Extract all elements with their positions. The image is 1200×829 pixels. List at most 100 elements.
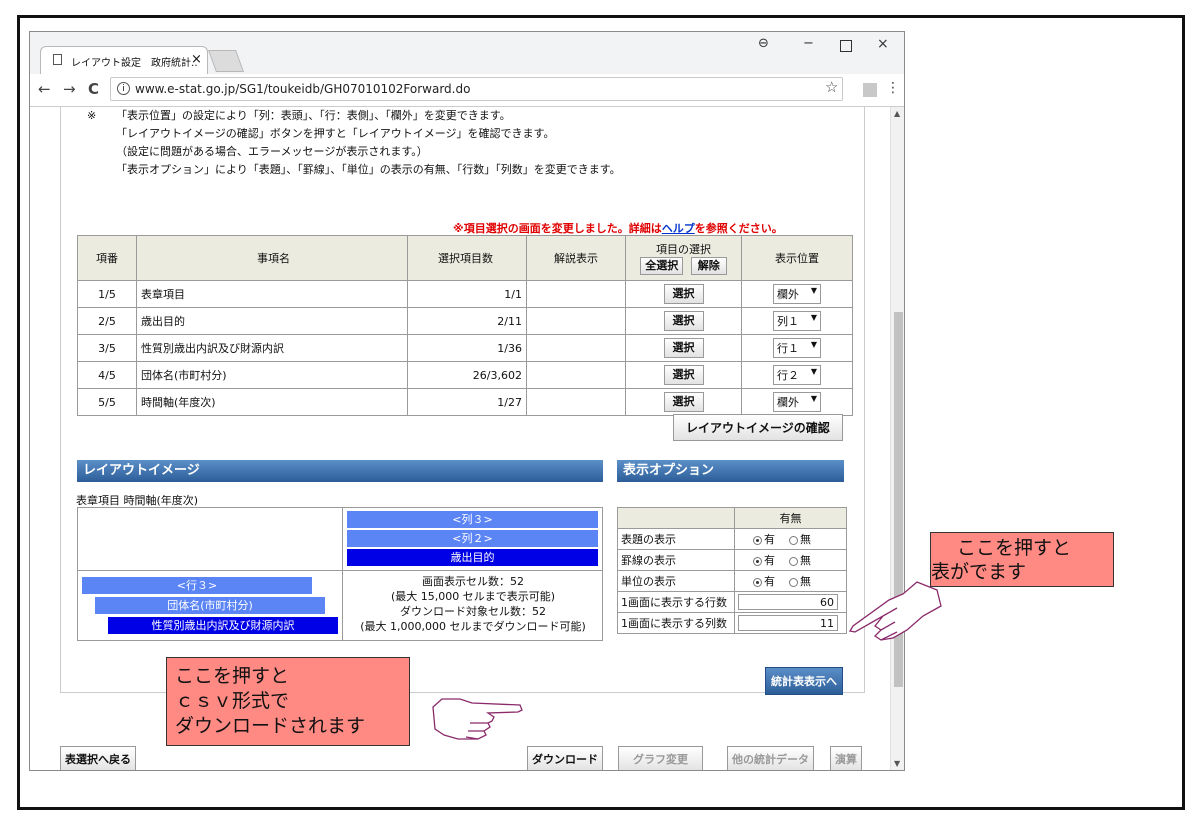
graph-change-button[interactable]: グラフ変更 (618, 746, 703, 770)
row-position-cell: 欄外 ▼ (741, 280, 853, 308)
row-num: 2/5 (77, 307, 137, 335)
notice-prefix: ※項目選択の画面を変更しました。詳細は (453, 222, 662, 235)
tab-close-icon[interactable]: × (191, 52, 202, 67)
callout-line: ここを押すと (175, 665, 290, 687)
row-select-cell: 選択 (625, 280, 742, 308)
select-all-button[interactable]: 全選択 (640, 257, 684, 275)
minimize-icon[interactable]: − (803, 36, 814, 51)
bookmark-star-icon[interactable]: ☆ (825, 78, 838, 96)
callout-line: ｃｓｖ形式で (175, 690, 290, 712)
row2-bar: 団体名(市町村分) (95, 597, 325, 614)
help-link[interactable]: ヘルプ (662, 222, 695, 235)
reload-icon[interactable]: C (88, 80, 99, 98)
options-header-blank (617, 507, 735, 529)
dropdown-arrow-icon: ▼ (810, 286, 817, 295)
header-position: 表示位置 (741, 235, 853, 281)
option-row: 1画面に表示する列数 11 (617, 612, 847, 634)
info-icon[interactable]: i (117, 82, 130, 95)
callout-line: 表がでます (931, 561, 1027, 583)
row-name: 時間軸(年度次) (136, 388, 408, 416)
position-value: 列１ (777, 315, 799, 328)
items-table: 項番 事項名 選択項目数 解説表示 項目の選択 全選択 解除 表示位置 1/5 … (77, 235, 853, 416)
window-close-icon[interactable]: × (877, 36, 889, 52)
calc-button[interactable]: 演算 (830, 746, 862, 770)
select-button[interactable]: 選択 (663, 365, 704, 385)
row3-bar: <行３> (82, 577, 312, 594)
header-select-label: 項目の選択 (656, 243, 711, 256)
new-tab-button[interactable] (207, 50, 245, 72)
info-line: 画面表示セル数：52 (422, 575, 524, 588)
browser-tab[interactable]: レイアウト設定 政府統計‥ × (40, 46, 208, 74)
scroll-up-icon[interactable]: ▲ (894, 109, 900, 118)
extension-icon[interactable] (863, 83, 877, 97)
back-to-table-select-button[interactable]: 表選択へ戻る (60, 746, 136, 770)
note-line: 「表示位置」の設定により「列：表頭」、「行：表側」、「欄外」を変更できます。 (116, 109, 511, 122)
radio-yes[interactable] (753, 577, 762, 587)
option-row: 表題の表示 有無 (617, 528, 847, 550)
dropdown-arrow-icon: ▼ (810, 340, 817, 349)
row-name: 性質別歳出内訳及び財源内訳 (136, 334, 408, 362)
dropdown-arrow-icon: ▼ (810, 313, 817, 322)
select-button[interactable]: 選択 (663, 284, 704, 304)
radio-no[interactable] (789, 577, 798, 587)
radio-no-label: 無 (800, 554, 811, 567)
position-select[interactable]: 欄外 ▼ (773, 392, 821, 412)
option-label: 単位の表示 (617, 570, 735, 592)
radio-yes[interactable] (753, 556, 762, 566)
position-select[interactable]: 行２ ▼ (773, 365, 821, 385)
row-name: 団体名(市町村分) (136, 361, 408, 389)
scrollbar[interactable]: ▲ ▼ (890, 107, 904, 770)
row-num: 1/5 (77, 280, 137, 308)
radio-no[interactable] (789, 556, 798, 566)
url-text: www.e-stat.go.jp/SG1/toukeidb/GH07010102… (135, 82, 471, 96)
options-section-title: 表示オプション (617, 460, 844, 482)
back-icon[interactable]: ← (38, 80, 51, 98)
clear-button[interactable]: 解除 (690, 257, 727, 275)
cols-per-page-input[interactable]: 11 (738, 615, 838, 631)
show-stat-table-button[interactable]: 統計表表示へ (765, 667, 843, 695)
select-button[interactable]: 選択 (663, 311, 704, 331)
notice-suffix: を参照ください。 (694, 222, 783, 235)
callout-line: ダウンロードされます (175, 715, 366, 737)
menu-icon[interactable]: ⋮ (886, 80, 900, 96)
rows-per-page-input[interactable]: 60 (738, 594, 838, 610)
col1-bar: 歳出目的 (347, 549, 598, 566)
layout-section-title: レイアウトイメージ (77, 460, 603, 482)
row-desc (526, 307, 626, 335)
options-header-row: 有無 (617, 507, 847, 529)
row-num: 5/5 (77, 388, 137, 416)
option-label: 1画面に表示する行数 (617, 591, 735, 613)
address-bar[interactable]: i www.e-stat.go.jp/SG1/toukeidb/GH070101… (110, 77, 843, 101)
row-count: 1/1 (407, 280, 527, 308)
options-table: 有無 表題の表示 有無 罫線の表示 有無 単位の表示 有無 1画面に表示する行数… (617, 507, 847, 634)
radio-no[interactable] (789, 535, 798, 545)
divider (342, 508, 343, 640)
header-count: 選択項目数 (407, 235, 527, 281)
pointing-hand-icon (432, 698, 523, 740)
position-value: 行２ (777, 369, 799, 382)
other-stat-data-button[interactable]: 他の統計データ (727, 746, 814, 770)
position-value: 欄外 (777, 288, 799, 301)
user-icon[interactable]: ⊖ (758, 36, 769, 51)
position-select[interactable]: 行１ ▼ (773, 338, 821, 358)
scroll-down-icon[interactable]: ▼ (894, 759, 900, 768)
row-num: 3/5 (77, 334, 137, 362)
row-desc (526, 361, 626, 389)
forward-icon[interactable]: → (63, 80, 76, 98)
callout-line: ここを押すと (957, 537, 1072, 559)
select-button[interactable]: 選択 (663, 392, 704, 412)
option-label: 罫線の表示 (617, 549, 735, 571)
radio-yes[interactable] (753, 535, 762, 545)
position-select[interactable]: 欄外 ▼ (773, 284, 821, 304)
option-label: 1画面に表示する列数 (617, 612, 735, 634)
maximize-icon[interactable] (840, 40, 852, 52)
tab-title: レイアウト設定 政府統計‥ (71, 58, 198, 69)
note-line: （設定に問題がある場合、エラーメッセージが表示されます。） (116, 145, 428, 158)
callout-download: ここを押すと ｃｓｖ形式で ダウンロードされます (166, 657, 410, 746)
download-button[interactable]: ダウンロード (527, 746, 603, 770)
radio-yes-label: 有 (764, 533, 775, 546)
select-button[interactable]: 選択 (663, 338, 704, 358)
row-select-cell: 選択 (625, 388, 742, 416)
position-select[interactable]: 列１ ▼ (773, 311, 821, 331)
layout-confirm-button[interactable]: レイアウトイメージの確認 (673, 414, 843, 441)
